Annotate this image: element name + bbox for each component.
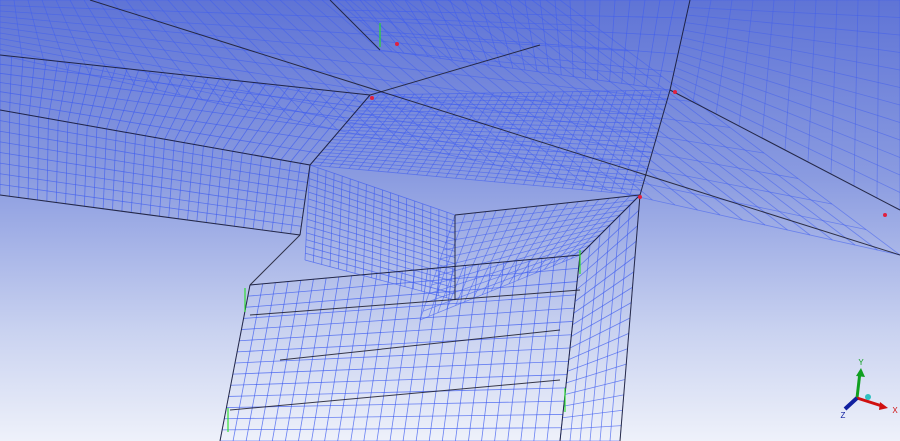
x-axis-label: X — [892, 406, 898, 415]
mesh-line — [307, 205, 456, 252]
mesh-line — [237, 334, 572, 353]
mesh-line — [0, 82, 341, 131]
mesh-vertex — [883, 213, 887, 217]
y-axis-label: Y — [858, 358, 864, 367]
feature-edge — [249, 234, 301, 286]
mesh-line — [0, 120, 309, 175]
mesh-line — [0, 27, 731, 128]
mesh-line — [566, 363, 627, 384]
mesh-line — [234, 347, 571, 364]
mesh-canvas[interactable] — [0, 0, 900, 441]
z-axis-label: Z — [841, 411, 846, 420]
mesh-line — [449, 0, 478, 64]
mesh-line — [524, 0, 538, 72]
axis-triad[interactable]: Y X Z — [830, 350, 900, 441]
y-axis-head — [856, 368, 865, 377]
feature-edge — [669, 0, 691, 91]
mesh-line — [686, 14, 900, 36]
mesh-line — [306, 232, 456, 277]
mesh-line — [568, 333, 629, 360]
mesh-line — [564, 379, 626, 395]
mesh-line — [684, 22, 900, 53]
mesh-line — [567, 348, 628, 372]
feature-edge — [579, 194, 641, 256]
mesh-line — [309, 164, 641, 196]
mesh-line — [312, 161, 642, 191]
mesh-line — [657, 0, 676, 89]
mesh-line — [309, 171, 456, 222]
z-axis-arrow — [843, 396, 859, 411]
mesh-line — [633, 0, 646, 86]
feature-edge — [249, 254, 581, 286]
mesh-line — [464, 0, 490, 66]
mesh-line — [232, 360, 569, 375]
mesh-line — [305, 239, 456, 283]
mesh-line — [0, 5, 595, 26]
mesh-vertex — [370, 96, 374, 100]
mesh-line — [569, 0, 574, 77]
feature-edge — [639, 89, 671, 196]
x-axis-head — [879, 402, 888, 410]
mesh-line — [243, 294, 576, 319]
mesh-line — [577, 225, 638, 279]
mesh-line — [431, 234, 601, 286]
mesh-line — [679, 44, 900, 106]
mesh-vertex — [638, 195, 642, 199]
mesh-line — [239, 321, 573, 342]
mesh-viewport[interactable]: Y X Z — [0, 0, 900, 441]
mesh-vertex — [395, 42, 399, 46]
mesh-line — [494, 0, 514, 69]
mesh-line — [569, 317, 631, 349]
mesh-line — [241, 307, 575, 330]
mesh-line — [574, 256, 636, 302]
mesh-line — [307, 212, 456, 258]
mesh-vertex — [673, 90, 677, 94]
rotation-center-icon — [865, 394, 871, 400]
mesh-line — [0, 38, 799, 179]
mesh-line — [308, 198, 456, 246]
mesh-line — [681, 37, 900, 88]
mesh-line — [676, 59, 900, 141]
mesh-line — [0, 91, 331, 143]
mesh-line — [673, 74, 900, 176]
mesh-line — [339, 9, 687, 19]
mesh-line — [575, 240, 637, 291]
mesh-line — [308, 191, 456, 240]
mesh-line — [306, 225, 456, 271]
feature-edge — [89, 0, 900, 256]
